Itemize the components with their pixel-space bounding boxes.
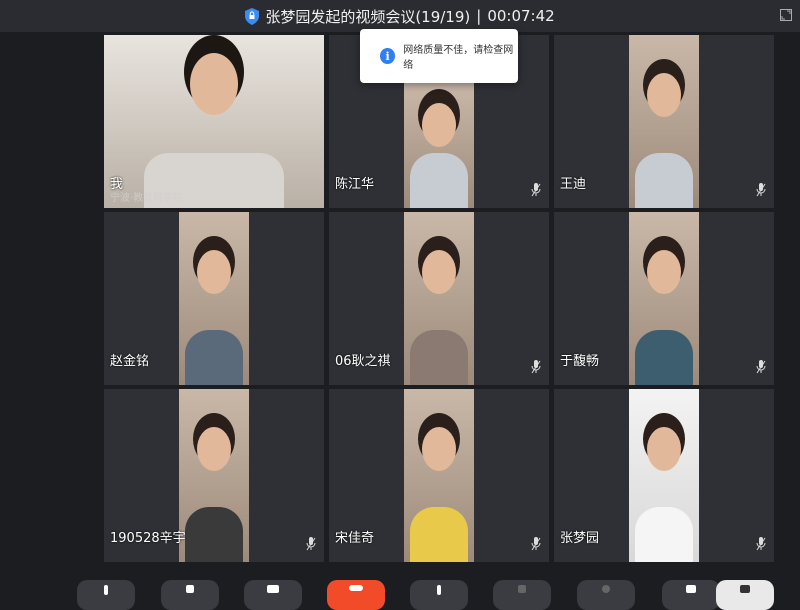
end-call-button[interactable]: [327, 580, 385, 610]
mic-muted-icon: [531, 360, 541, 374]
mic-muted-icon: [531, 537, 541, 551]
mic-muted-icon: [756, 183, 766, 197]
share-icon: [267, 585, 279, 593]
speaker-view-icon: [740, 585, 750, 593]
participant-tile[interactable]: 王迪: [554, 35, 774, 208]
network-warning-text: 网络质量不佳，请检查网络: [403, 45, 514, 71]
participants-button[interactable]: [410, 580, 468, 610]
meeting-toolbar: [0, 564, 800, 610]
share-button[interactable]: [244, 580, 302, 610]
mic-icon: [104, 585, 108, 595]
hangup-icon: [349, 585, 363, 591]
chat-button[interactable]: [493, 580, 551, 610]
participant-name: 陈江华: [335, 177, 375, 192]
title-separator: |: [476, 7, 482, 25]
camera-icon: [186, 585, 194, 593]
participant-tile[interactable]: 190528辛宇: [104, 389, 324, 562]
speaker-view-button[interactable]: [716, 580, 774, 610]
video-feed: [179, 212, 249, 385]
info-icon: i: [380, 48, 396, 64]
participant-name: 张梦园: [560, 531, 600, 546]
camera-button[interactable]: [161, 580, 219, 610]
record-icon: [602, 585, 610, 593]
meeting-timer: 00:07:42: [487, 7, 555, 25]
participant-tile[interactable]: 赵金铭: [104, 212, 324, 385]
participant-tile[interactable]: 于馥畅: [554, 212, 774, 385]
video-feed: [629, 389, 699, 562]
mic-muted-icon: [756, 360, 766, 374]
video-grid: 我 宁波·教育科学院 陈江华 王迪 赵金铭 06耿之祺 于馥畅 190528辛宇…: [0, 32, 800, 564]
network-warning-toast: i 网络质量不佳，请检查网络: [360, 29, 518, 83]
meeting-title: 张梦园发起的视频会议(19/19): [265, 7, 471, 26]
participant-tile[interactable]: 宋佳奇: [329, 389, 549, 562]
participant-name: 王迪: [560, 177, 587, 192]
participant-name: 宋佳奇: [335, 531, 375, 546]
chat-icon: [518, 585, 526, 593]
shield-icon: [245, 7, 260, 25]
grid-icon: [686, 585, 696, 593]
video-feed: [104, 35, 324, 208]
participant-name: 190528辛宇: [110, 531, 186, 546]
title-bar: 张梦园发起的视频会议(19/19) | 00:07:42: [0, 0, 800, 32]
participant-name: 赵金铭: [110, 354, 150, 369]
mic-muted-icon: [756, 537, 766, 551]
video-feed: [404, 389, 474, 562]
participant-tile[interactable]: 06耿之祺: [329, 212, 549, 385]
participant-name: 于馥畅: [560, 354, 600, 369]
mic-button[interactable]: [77, 580, 135, 610]
mic-muted-icon: [531, 183, 541, 197]
video-feed: [404, 83, 474, 208]
gallery-view-button[interactable]: [662, 580, 720, 610]
person-icon: [437, 585, 441, 595]
record-button[interactable]: [577, 580, 635, 610]
video-feed: [629, 35, 699, 208]
mic-muted-icon: [306, 537, 316, 551]
participant-tile[interactable]: 张梦园: [554, 389, 774, 562]
video-feed: [179, 389, 249, 562]
participant-org: 宁波·教育科学院: [110, 193, 184, 204]
video-feed: [629, 212, 699, 385]
fullscreen-icon[interactable]: [780, 9, 792, 21]
video-feed: [404, 212, 474, 385]
participant-tile-self[interactable]: 我 宁波·教育科学院: [104, 35, 324, 208]
participant-name: 06耿之祺: [335, 354, 391, 369]
